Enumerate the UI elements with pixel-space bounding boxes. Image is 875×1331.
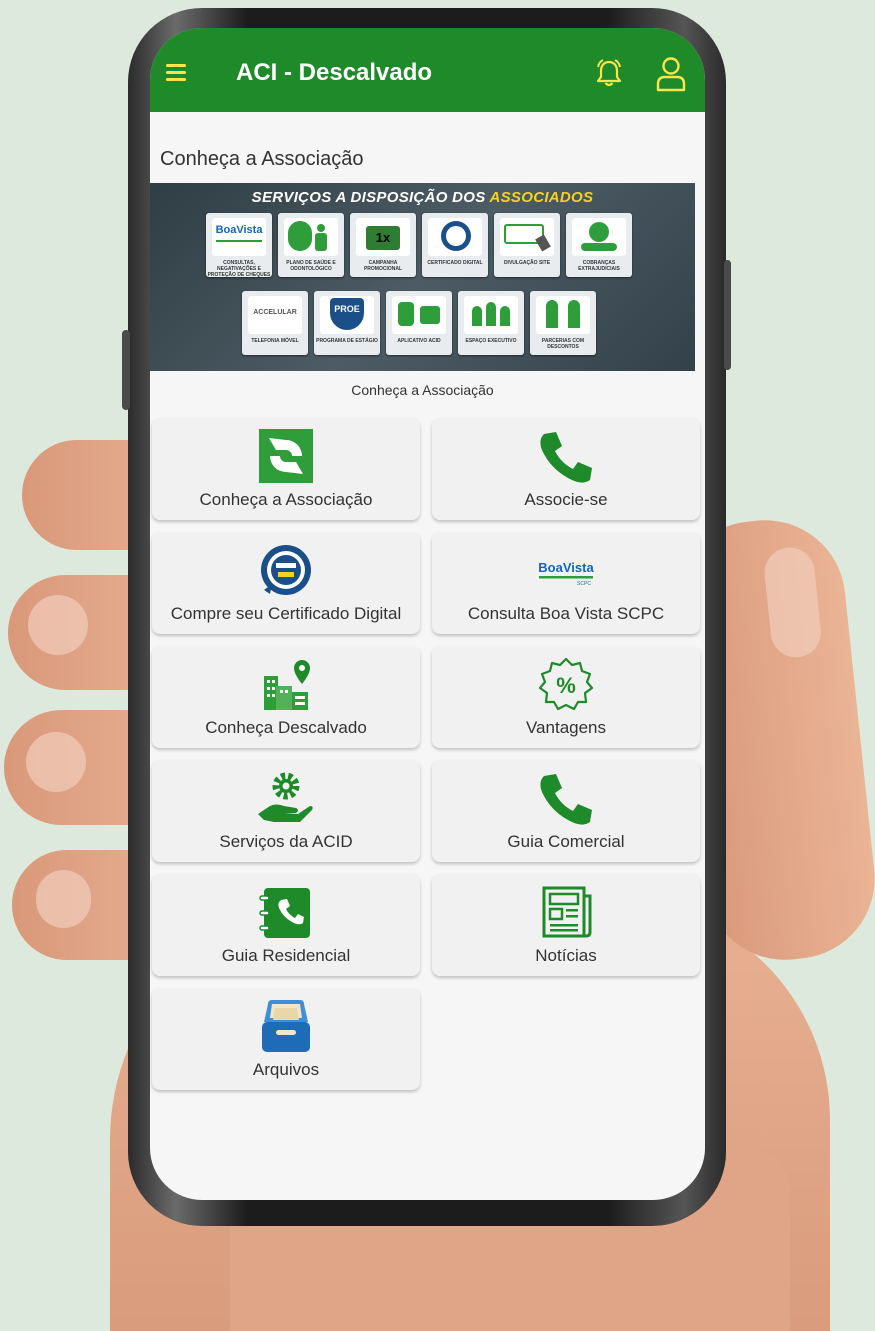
menu-item-certificado-digital[interactable]: Compre seu Certificado Digital xyxy=(152,532,420,634)
banner-tile-boavista: BoaVista CONSULTAS, NEGATIVAÇÕES E PROTE… xyxy=(206,213,272,278)
phone-icon xyxy=(540,774,592,825)
banner-tile-certificate: CERTIFICADO DIGITAL xyxy=(422,213,488,277)
menu-icon[interactable] xyxy=(166,64,186,81)
banner-tile-executive: ESPAÇO EXECUTIVO xyxy=(458,291,524,355)
menu-item-arquivos[interactable]: Arquivos xyxy=(152,988,420,1090)
menu-item-label: Vantagens xyxy=(525,718,607,737)
menu-item-noticias[interactable]: Notícias xyxy=(432,874,700,976)
boavista-icon: BoaVista SCPC xyxy=(538,560,594,587)
banner-tile-site: DIVULGAÇÃO SITE xyxy=(494,213,560,277)
certisign-icon xyxy=(261,545,311,595)
menu-item-label: Arquivos xyxy=(252,1060,320,1079)
banner-tile-campaign: 1x CAMPANHA PROMOCIONAL xyxy=(350,213,416,277)
banner-caption: Conheça a Associação xyxy=(351,382,494,398)
phone-side-button xyxy=(724,260,731,370)
phone-screen: ACI - Descalvado Conheça a Associação SE… xyxy=(150,28,705,1200)
menu-item-conheca-associacao[interactable]: Conheça a Associação xyxy=(152,418,420,520)
banner-tile-telephony: ACCELULAR TELEFONIA MÓVEL xyxy=(242,291,308,355)
phonebook-icon xyxy=(259,888,310,938)
menu-item-associe-se[interactable]: Associe-se xyxy=(432,418,700,520)
menu-item-label: Notícias xyxy=(535,946,597,965)
banner-tile-internship: PROE PROGRAMA DE ESTÁGIO xyxy=(314,291,380,355)
app-title: ACI - Descalvado xyxy=(236,59,433,86)
menu-item-label: Conheça a Associação xyxy=(199,490,373,509)
banner-tile-app: APLICATIVO ACID xyxy=(386,291,452,355)
city-icon xyxy=(264,660,310,710)
menu-item-vantagens[interactable]: % Vantagens xyxy=(432,646,700,748)
menu-item-servicos-acid[interactable]: Serviços da ACID xyxy=(152,760,420,862)
menu-item-guia-residencial[interactable]: Guia Residencial xyxy=(152,874,420,976)
menu-item-label: Serviços da ACID xyxy=(219,832,353,851)
newspaper-icon xyxy=(542,886,592,938)
menu-item-label: Consulta Boa Vista SCPC xyxy=(467,604,665,623)
phone-icon xyxy=(540,432,592,483)
menu-item-label: Guia Comercial xyxy=(507,832,625,851)
svg-text:BoaVista: BoaVista xyxy=(538,560,594,575)
banner-tile-collection: COBRANÇAS EXTRAJUDICIAIS xyxy=(566,213,632,277)
archive-icon xyxy=(262,1000,310,1052)
svg-text:%: % xyxy=(556,673,576,698)
app-bar: ACI - Descalvado xyxy=(150,28,705,112)
menu-item-conheca-descalvado[interactable]: Conheça Descalvado xyxy=(152,646,420,748)
menu-item-label: Conheça Descalvado xyxy=(205,718,367,737)
user-icon[interactable] xyxy=(655,56,687,92)
menu-item-label: Compre seu Certificado Digital xyxy=(170,604,402,623)
menu-item-label: Associe-se xyxy=(524,490,608,509)
menu-item-boa-vista[interactable]: BoaVista SCPC Consulta Boa Vista SCPC xyxy=(432,532,700,634)
gear-hand-icon xyxy=(258,772,313,822)
services-banner[interactable]: SERVIÇOS A DISPOSIÇÃO DOS ASSOCIADOS Boa… xyxy=(150,183,695,371)
menu-item-guia-comercial[interactable]: Guia Comercial xyxy=(432,760,700,862)
section-title: Conheça a Associação xyxy=(160,148,364,170)
logo-icon xyxy=(259,429,313,483)
phone-side-button xyxy=(122,330,130,410)
banner-title: SERVIÇOS A DISPOSIÇÃO DOS ASSOCIADOS xyxy=(251,189,594,206)
percent-icon: % xyxy=(538,657,594,711)
banner-tile-health: PLANO DE SAÚDE E ODONTOLÓGICO xyxy=(278,213,344,277)
svg-text:SCPC: SCPC xyxy=(577,581,591,587)
bell-icon[interactable] xyxy=(594,58,624,88)
banner-tile-partnership: PARCERIAS COM DESCONTOS xyxy=(530,291,596,355)
menu-item-label: Guia Residencial xyxy=(221,946,351,965)
